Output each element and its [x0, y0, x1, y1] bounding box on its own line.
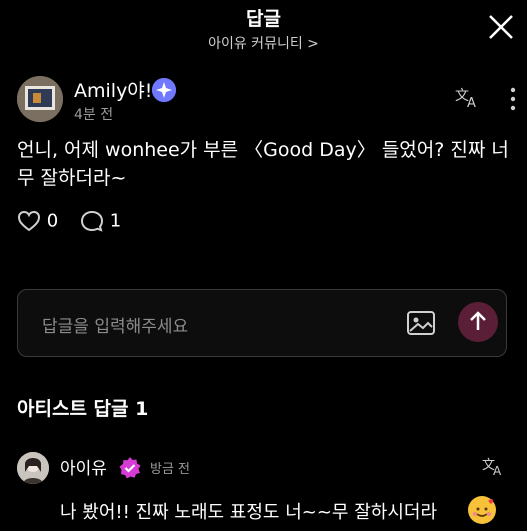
artist-reply-time: 방금 전: [150, 462, 191, 477]
translate-icon: 文 A: [455, 88, 476, 111]
artist-name[interactable]: 아이유: [60, 454, 107, 479]
post-text: 언니, 어제 wonhee가 부른 〈Good Day〉 들었어? 진짜 너무 …: [17, 139, 509, 189]
artist-translate-button[interactable]: 文 A: [482, 456, 506, 481]
artist-badge-icon: [118, 456, 142, 480]
heart-icon: [17, 210, 41, 232]
community-link[interactable]: 아이유 커뮤니티 >: [0, 33, 527, 53]
artist-reply-text: 나 봤어!! 진짜 노래도 표정도 너~~무 잘하시더라: [60, 502, 438, 523]
comment-button[interactable]: 1: [80, 210, 121, 232]
close-button[interactable]: [484, 10, 518, 44]
reply-placeholder: 답글을 입력해주세요: [42, 317, 189, 337]
translate-icon: 文 A: [482, 458, 502, 478]
image-icon: [407, 311, 435, 335]
image-attach-button[interactable]: [406, 309, 436, 337]
comment-icon: [80, 210, 104, 232]
page-title: 답글: [246, 8, 281, 30]
like-count: 0: [46, 210, 59, 232]
more-vertical-icon: [510, 87, 516, 111]
smiling-face-with-hearts-icon: [468, 496, 496, 524]
author-name[interactable]: Amily야!: [74, 76, 152, 103]
verified-badge-icon: [152, 78, 176, 102]
svg-text:A: A: [493, 464, 502, 476]
post-time: 4분 전: [74, 107, 114, 123]
like-button[interactable]: 0: [17, 210, 58, 232]
translate-button[interactable]: 文 A: [455, 86, 481, 113]
svg-text:A: A: [467, 96, 476, 108]
close-icon: [489, 15, 513, 39]
artist-replies-title: 아티스트 답글 1: [17, 398, 149, 420]
artist-avatar[interactable]: [17, 452, 49, 484]
avatar[interactable]: [17, 76, 63, 122]
more-button[interactable]: [505, 86, 521, 112]
comment-count: 1: [109, 210, 122, 232]
arrow-up-icon: [470, 311, 486, 330]
send-button[interactable]: [458, 302, 498, 342]
